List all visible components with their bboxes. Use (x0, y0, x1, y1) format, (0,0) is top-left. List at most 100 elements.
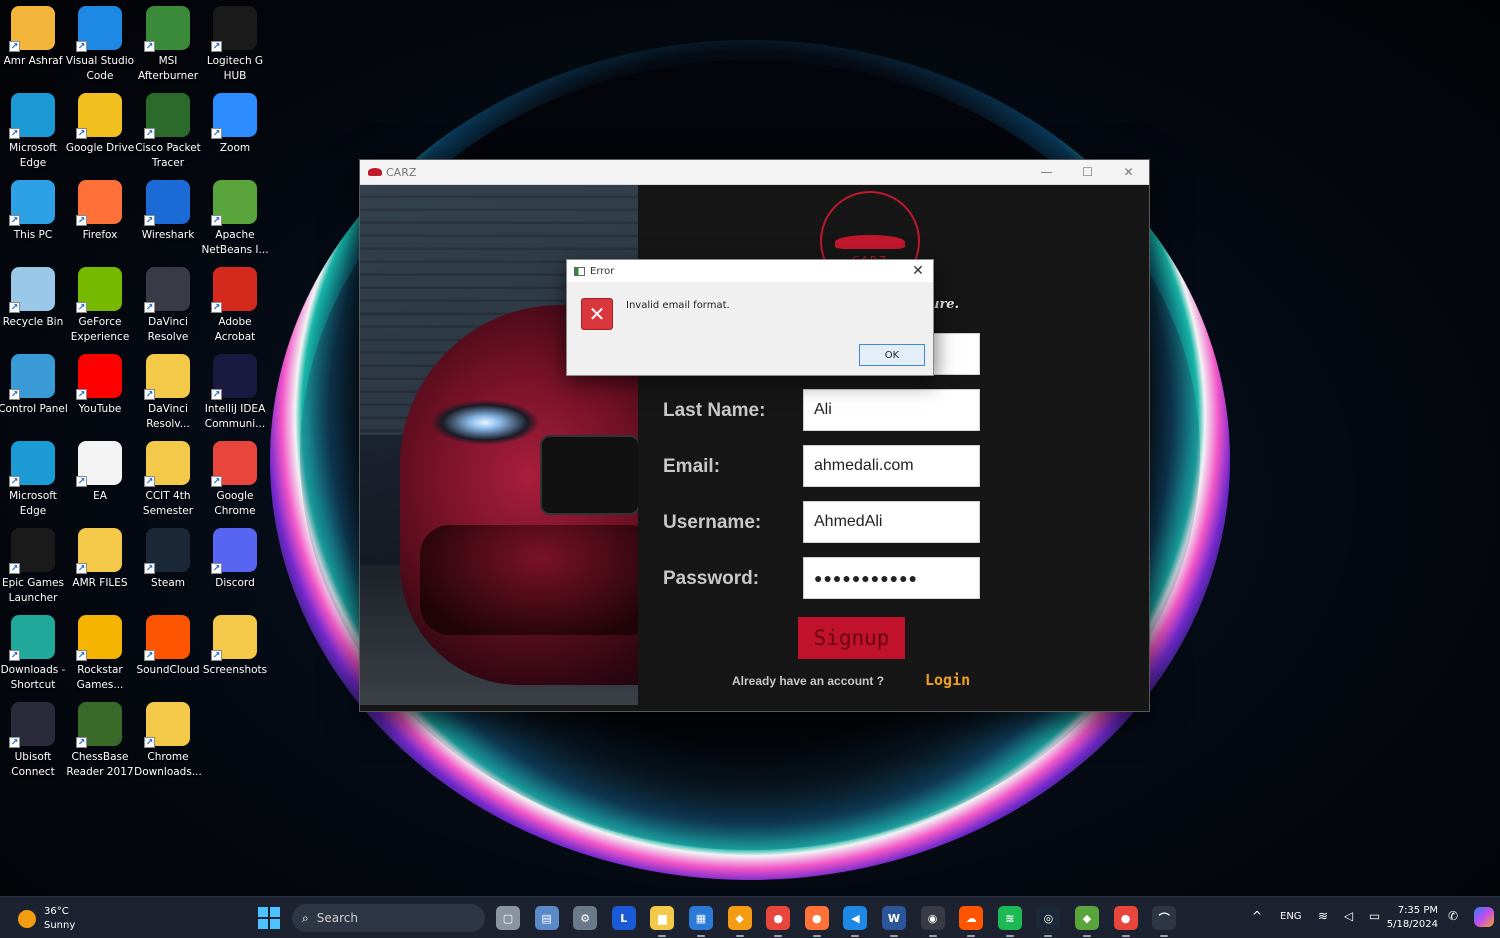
geforce-taskbar-icon[interactable]: ◆ (727, 906, 752, 937)
maximize-button[interactable]: ☐ (1067, 160, 1108, 184)
ok-button[interactable]: OK (859, 344, 925, 366)
password-field[interactable]: ●●●●●●●●●●● (803, 557, 980, 599)
spotify-icon[interactable]: ≋ (997, 906, 1022, 937)
desktop-icon-label: Wireshark (141, 229, 195, 241)
desktop-icon[interactable]: ↗ Google Drive (66, 89, 134, 174)
minimize-button[interactable]: — (1026, 160, 1067, 184)
shortcut-arrow-icon: ↗ (9, 476, 20, 487)
folder-icon: ↗ (144, 354, 190, 400)
desktop-icon-label: Chrome Downloads... (134, 751, 202, 778)
l-app-icon[interactable]: L (611, 906, 636, 930)
desktop-icon[interactable]: ↗ YouTube (67, 350, 133, 435)
desktop-icon-label: EA (93, 490, 107, 502)
desktop-icon[interactable]: ↗ DaVinci Resolve (135, 263, 201, 348)
shortcut-arrow-icon: ↗ (211, 215, 222, 226)
netbeans-taskbar-icon[interactable]: ◆ (1075, 906, 1099, 937)
desktop-icon[interactable]: ↗ Chrome Downloads... (134, 698, 202, 783)
desktop-icon[interactable]: ↗ DaVinci Resolv... (135, 350, 201, 435)
chrome-icon: ↗ (211, 441, 257, 487)
last-name-label: Last Name: (663, 400, 766, 421)
last-name-field[interactable]: Ali (803, 389, 980, 431)
sun-icon (18, 910, 36, 928)
task-view-icon[interactable]: ▢ (496, 906, 520, 930)
start-button[interactable] (258, 907, 280, 929)
login-link[interactable]: Login (925, 671, 970, 689)
carz-app-icon[interactable]: ⌒ (1152, 906, 1177, 937)
file-icon: ↗ (76, 441, 122, 487)
desktop-icon[interactable]: ↗ MSI Afterburner (135, 2, 201, 87)
desktop-icon[interactable]: ↗ Recycle Bin (0, 263, 66, 348)
username-field[interactable]: AhmedAli (803, 501, 980, 543)
desktop-icon[interactable]: ↗ Ubisoft Connect (0, 698, 66, 783)
copilot-icon[interactable] (1474, 907, 1494, 927)
clock[interactable]: 7:35 PM 5/18/2024 (1378, 904, 1438, 932)
desktop-icon[interactable]: ↗ Cisco Packet Tracer (135, 89, 201, 174)
desktop-icon[interactable]: ↗ GeForce Experience (67, 263, 133, 348)
settings-icon[interactable]: ⚙ (573, 906, 598, 930)
firefox-taskbar-icon[interactable]: ● (804, 906, 829, 937)
shortcut-arrow-icon: ↗ (9, 128, 20, 139)
shortcut-arrow-icon: ↗ (211, 563, 222, 574)
desktop-icon[interactable]: ↗ SoundCloud (135, 611, 201, 696)
vscode-taskbar-icon[interactable]: ◀ (843, 906, 868, 937)
desktop-icon[interactable]: ↗ Logitech G HUB (202, 2, 268, 87)
shortcut-arrow-icon: ↗ (76, 128, 87, 139)
store-icon[interactable]: ▦ (689, 906, 713, 937)
desktop-icon[interactable]: ↗ Amr Ashraf (0, 2, 66, 87)
tray-chevron-icon[interactable]: ^ (1252, 909, 1262, 923)
notification-icon[interactable]: ✆ (1448, 909, 1458, 923)
desktop-icon[interactable]: ↗ CCIT 4th Semester (135, 437, 201, 522)
desktop-icon[interactable]: ↗ Steam (135, 524, 201, 609)
chrome-taskbar-icon[interactable]: ● (766, 906, 791, 937)
desktop-icon[interactable]: ↗ Discord (202, 524, 268, 609)
desktop-icon[interactable]: ↗ Apache NetBeans I... (201, 176, 269, 261)
window-titlebar[interactable]: CARZ — ☐ ✕ (360, 160, 1149, 185)
desktop-icon[interactable]: ↗ Firefox (67, 176, 133, 261)
email-field[interactable]: ahmedali.com (803, 445, 980, 487)
soundcloud-taskbar-icon[interactable]: ☁ (959, 906, 984, 937)
desktop-icon-label: Adobe Acrobat (214, 316, 256, 343)
desktop-icon[interactable]: ↗ Zoom (202, 89, 268, 174)
msi-afterburner-icon: ↗ (144, 6, 190, 52)
folder-icon: ↗ (144, 702, 190, 748)
desktop-icon[interactable]: ↗ Wireshark (135, 176, 201, 261)
desktop-icon[interactable]: ↗ Microsoft Edge (0, 89, 66, 174)
steam-taskbar-icon[interactable]: ◎ (1036, 906, 1061, 937)
shortcut-arrow-icon: ↗ (144, 389, 155, 400)
desktop-icon[interactable]: ↗ IntelliJ IDEA Communi... (202, 350, 268, 435)
signup-button[interactable]: Signup (798, 617, 905, 659)
desktop-icon[interactable]: ↗ Google Chrome (202, 437, 268, 522)
desktop-icon[interactable]: ↗ Rockstar Games... (67, 611, 133, 696)
desktop-icon[interactable]: ↗ Microsoft Edge (0, 437, 66, 522)
weather-widget[interactable]: 36°C Sunny (18, 905, 75, 933)
desktop-icon[interactable]: ↗ Downloads - Shortcut (0, 611, 66, 696)
davinci-taskbar-icon[interactable]: ◉ (920, 906, 945, 937)
wireshark-icon: ↗ (144, 180, 190, 226)
this-pc-icon: ↗ (9, 180, 55, 226)
wifi-volume-battery-icons[interactable]: ≋ ◁ ▭ (1318, 909, 1386, 923)
shortcut-arrow-icon: ↗ (144, 215, 155, 226)
discord-icon: ↗ (211, 528, 257, 574)
file-explorer-icon[interactable]: ▆ (650, 906, 675, 937)
photos-icon[interactable]: ▤ (534, 906, 559, 930)
desktop-icon[interactable]: ↗ Visual Studio Code (66, 2, 134, 87)
shortcut-arrow-icon: ↗ (76, 650, 87, 661)
word-icon[interactable]: W (882, 906, 906, 937)
desktop-icon[interactable]: ↗ This PC (0, 176, 66, 261)
shortcut-arrow-icon: ↗ (144, 41, 155, 52)
desktop-icon[interactable]: ↗ AMR FILES (67, 524, 133, 609)
desktop-icon[interactable]: ↗ Epic Games Launcher (0, 524, 66, 609)
username-label: Username: (663, 512, 762, 533)
close-button[interactable]: ✕ (1108, 160, 1149, 184)
desktop-icon[interactable]: ↗ Adobe Acrobat (202, 263, 268, 348)
desktop-icon[interactable]: ↗ Control Panel (0, 350, 68, 435)
desktop-icon[interactable]: ↗ EA (67, 437, 133, 522)
taskbar-search[interactable]: ⌕ Search (292, 904, 485, 932)
desktop-icon[interactable]: ↗ ChessBase Reader 2017 (66, 698, 134, 783)
dialog-close-icon[interactable]: ✕ (903, 263, 933, 279)
language-indicator[interactable]: ENG (1280, 911, 1302, 922)
chrome-profile-icon[interactable]: ● (1113, 906, 1138, 937)
dialog-titlebar[interactable]: Error ✕ (567, 260, 933, 282)
chessbase-icon: ↗ (76, 702, 122, 748)
desktop-icon[interactable]: ↗ Screenshots (202, 611, 268, 696)
